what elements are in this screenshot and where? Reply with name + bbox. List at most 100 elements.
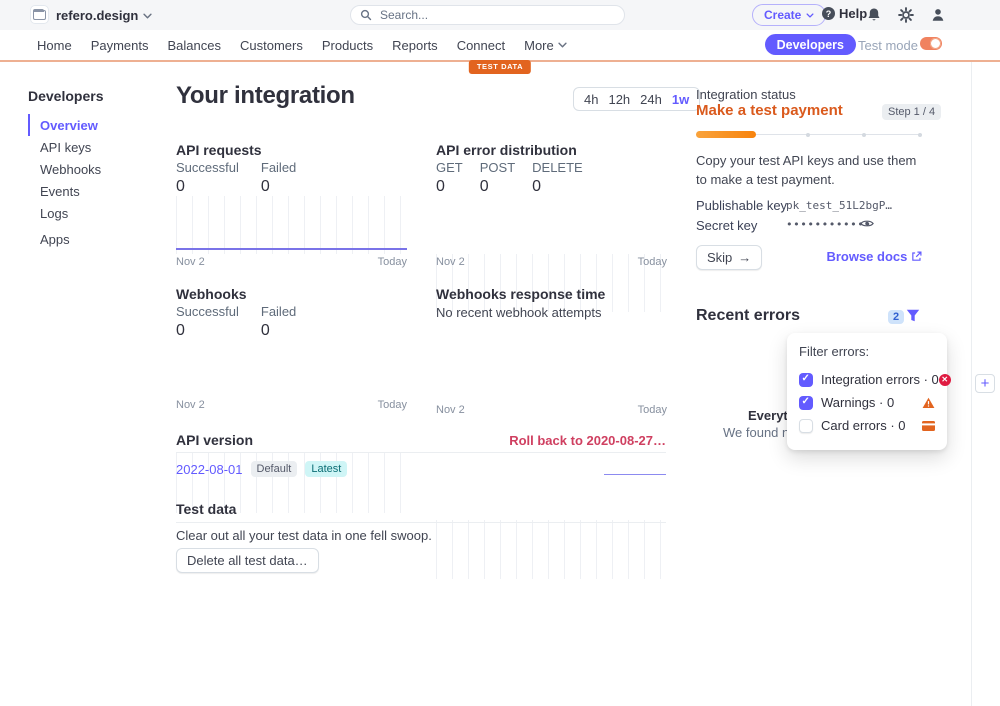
chevron-down-icon — [806, 13, 814, 18]
default-badge: Default — [251, 461, 298, 477]
external-link-icon — [911, 251, 922, 262]
rollback-link[interactable]: Roll back to 2020-08-27… — [176, 433, 666, 448]
developers-dashboard: refero.design Create ? Help Home Payment… — [0, 0, 1000, 706]
progress-fill — [696, 131, 756, 138]
stat-value: 0 — [176, 322, 239, 340]
checkbox-checked[interactable] — [799, 396, 813, 410]
time-range-selector: 4h 12h 24h 1w — [573, 87, 700, 111]
secret-key-masked: •••••••••••• — [786, 218, 871, 231]
add-button[interactable]: + — [975, 374, 995, 393]
reveal-secret-eye-icon[interactable] — [860, 218, 874, 229]
axis-start-label: Nov 2 — [436, 404, 465, 416]
sidebar-item-events[interactable]: Events — [28, 180, 101, 202]
range-option-4h[interactable]: 4h — [584, 92, 598, 107]
checkbox-checked[interactable] — [799, 373, 813, 387]
range-option-24h[interactable]: 24h — [640, 92, 662, 107]
nav-tab-reports[interactable]: Reports — [392, 38, 438, 53]
publishable-key-value[interactable]: pk_test_51L2bgP… — [786, 199, 892, 212]
sidebar-item-logs[interactable]: Logs — [28, 202, 101, 224]
filter-funnel-icon[interactable] — [906, 309, 920, 322]
stat-label: Successful — [176, 160, 239, 175]
filter-option-label: Card errors · 0 — [821, 418, 922, 433]
filter-popup-title: Filter errors: — [799, 344, 935, 359]
nav-tab-connect[interactable]: Connect — [457, 38, 505, 53]
progress-dot — [918, 133, 922, 137]
empty-state-text-fragment: We found no — [723, 425, 796, 440]
browser-icon — [33, 10, 46, 20]
right-panel-divider — [971, 62, 972, 706]
help-label: Help — [839, 6, 867, 21]
stat-get: GET 0 — [436, 160, 463, 196]
settings-gear-icon[interactable] — [898, 7, 914, 23]
test-mode-label: Test mode — [858, 38, 918, 53]
webhooks-response-time-chart — [436, 520, 667, 579]
test-mode-toggle[interactable] — [920, 37, 942, 50]
test-data-description: Clear out all your test data in one fell… — [176, 528, 432, 543]
top-bar: refero.design Create ? Help — [0, 0, 1000, 30]
user-profile-icon[interactable] — [930, 7, 946, 23]
sidebar-item-api-keys[interactable]: API keys — [28, 136, 101, 158]
warning-triangle-icon — [922, 397, 935, 409]
api-requests-stats: Successful 0 Failed 0 — [176, 160, 296, 196]
delete-test-data-button[interactable]: Delete all test data… — [176, 548, 319, 573]
range-option-1w[interactable]: 1w — [672, 92, 689, 107]
api-requests-chart — [176, 196, 407, 254]
browse-docs-link[interactable]: Browse docs — [0, 249, 922, 264]
sidebar-item-overview[interactable]: Overview — [28, 114, 101, 136]
api-version-row: 2022-08-01 Default Latest — [176, 461, 347, 477]
chevron-down-icon — [558, 42, 567, 48]
nav-tab-balances[interactable]: Balances — [168, 38, 221, 53]
stat-failed: Failed 0 — [261, 304, 296, 340]
empty-state-heading-fragment: Everyt — [748, 408, 788, 423]
rollback-underline — [604, 474, 666, 475]
nav-tab-home[interactable]: Home — [37, 38, 72, 53]
stat-label: POST — [480, 160, 515, 175]
webhooks-axis: Nov 2 Today — [176, 399, 407, 411]
range-option-12h[interactable]: 12h — [608, 92, 630, 107]
stat-value: 0 — [436, 178, 463, 196]
latest-badge: Latest — [305, 461, 347, 477]
sidebar-nav: Overview API keys Webhooks Events Logs — [28, 114, 101, 224]
sidebar-item-apps[interactable]: Apps — [40, 232, 70, 247]
search-input[interactable] — [378, 7, 602, 23]
create-button[interactable]: Create — [752, 4, 826, 26]
stat-value: 0 — [261, 322, 296, 340]
checkbox-unchecked[interactable] — [799, 419, 813, 433]
nav-tab-more[interactable]: More — [524, 38, 567, 53]
notifications-bell-icon[interactable] — [866, 7, 882, 23]
test-data-badge: TEST DATA — [469, 60, 531, 74]
credit-card-icon — [922, 421, 935, 431]
filter-option-card-errors[interactable]: Card errors · 0 — [799, 414, 935, 437]
nav-tab-payments[interactable]: Payments — [91, 38, 149, 53]
integration-status-label: Integration status — [696, 87, 796, 102]
stat-post: POST 0 — [480, 160, 515, 196]
step-counter-badge: Step 1 / 4 — [882, 104, 941, 120]
sidebar-item-webhooks[interactable]: Webhooks — [28, 158, 101, 180]
help-button[interactable]: ? Help — [822, 6, 867, 21]
primary-nav: Home Payments Balances Customers Product… — [0, 30, 1000, 60]
nav-tab-products[interactable]: Products — [322, 38, 373, 53]
filter-option-label: Integration errors · 0 — [821, 372, 939, 387]
stat-successful: Successful 0 — [176, 304, 239, 340]
filter-option-integration-errors[interactable]: Integration errors · 0 ✕ — [799, 368, 935, 391]
errors-count-badge: 2 — [888, 310, 904, 324]
webhooks-response-time-axis: Nov 2 Today — [436, 404, 667, 416]
developers-pill-button[interactable]: Developers — [765, 34, 856, 55]
page-title: Your integration — [176, 82, 355, 110]
section-divider — [176, 522, 666, 523]
nav-tab-customers[interactable]: Customers — [240, 38, 303, 53]
stat-label: GET — [436, 160, 463, 175]
api-version-link[interactable]: 2022-08-01 — [176, 462, 243, 477]
stat-label: Failed — [261, 160, 296, 175]
filter-option-warnings[interactable]: Warnings · 0 — [799, 391, 935, 414]
stat-label: Successful — [176, 304, 239, 319]
integration-description: Copy your test API keys and use them to … — [696, 152, 926, 190]
axis-end-label: Today — [638, 404, 667, 416]
search-bar[interactable] — [350, 5, 625, 25]
api-requests-title: API requests — [176, 142, 262, 158]
account-switcher[interactable]: refero.design — [56, 8, 152, 23]
toggle-knob — [930, 38, 941, 49]
stat-value: 0 — [480, 178, 515, 196]
workspace-logo-icon[interactable] — [30, 5, 49, 24]
api-error-distribution-stats: GET 0 POST 0 DELETE 0 — [436, 160, 583, 196]
